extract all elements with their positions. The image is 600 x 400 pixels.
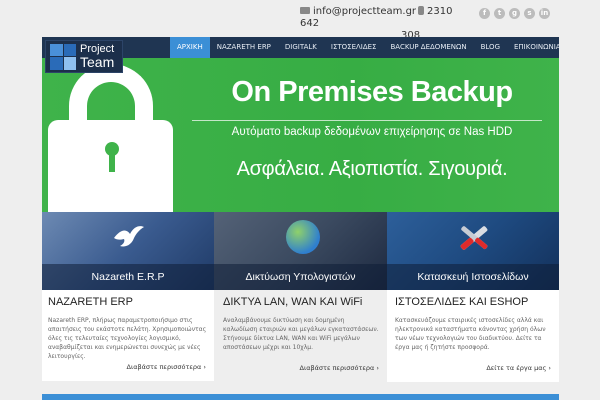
social-links: f t g s in	[479, 8, 550, 19]
column-title: NAZARETH ERP	[48, 296, 133, 308]
bird-icon	[114, 226, 144, 247]
main-navigation: ΑΡΧΙΚΗ NAZARETH ERP DIGITALK ΙΣΤΟΣΕΛΙΔΕΣ…	[170, 37, 568, 58]
read-more-link[interactable]: Διαβάστε περισσότερα ›	[127, 363, 206, 371]
panel-nazareth-erp[interactable]: Nazareth E.R.P	[42, 212, 214, 290]
facebook-icon[interactable]: f	[479, 8, 490, 19]
column-title: ΔΙΚΤΥΑ LAN, WAN ΚΑΙ WiFi	[223, 296, 363, 308]
column-networks: ΔΙΚΤΥΑ LAN, WAN ΚΑΙ WiFi Αναλαμβάνουμε δ…	[214, 290, 387, 382]
panel-caption: Κατασκευή Ιστοσελίδων	[387, 264, 559, 290]
site-logo[interactable]: Project Team	[45, 40, 123, 73]
nav-item-home[interactable]: ΑΡΧΙΚΗ	[170, 37, 210, 58]
mail-icon	[300, 7, 310, 14]
phone-icon	[418, 6, 425, 15]
panel-caption: Nazareth E.R.P	[42, 264, 214, 290]
skype-icon[interactable]: s	[524, 8, 535, 19]
column-text: Κατασκευάζουμε εταιρικές ιστοσελίδες αλλ…	[395, 317, 546, 351]
read-more-link[interactable]: Διαβάστε περισσότερα ›	[300, 364, 379, 372]
nav-item-blog[interactable]: BLOG	[474, 37, 507, 58]
email-link[interactable]: info@projectteam.gr	[313, 6, 416, 17]
panel-networking[interactable]: Δικτύωση Υπολογιστών	[214, 212, 387, 290]
top-bar: info@projectteam.gr 2310 642 308 f t g s …	[0, 0, 600, 41]
nav-item-contact[interactable]: ΕΠΙΚΟΙΝΩΝΙΑ	[507, 37, 568, 58]
nav-item-nazareth-erp[interactable]: NAZARETH ERP	[210, 37, 278, 58]
column-title: ΙΣΤΟΣΕΛΙΔΕΣ ΚΑΙ ESHOP	[395, 296, 529, 308]
column-websites: ΙΣΤΟΣΕΛΙΔΕΣ ΚΑΙ ESHOP Κατασκευάζουμε ετα…	[387, 290, 559, 382]
see-projects-link[interactable]: Δείτε τα έργα μας ›	[486, 364, 551, 372]
bottom-accent-bar	[42, 394, 559, 400]
hero-divider	[192, 120, 542, 121]
globe-network-icon	[286, 220, 320, 254]
tools-icon	[460, 226, 488, 250]
nav-item-websites[interactable]: ΙΣΤΟΣΕΛΙΔΕΣ	[324, 37, 384, 58]
logo-text: Project Team	[80, 44, 115, 70]
google-plus-icon[interactable]: g	[509, 8, 520, 19]
hero-tagline: Ασφάλεια. Αξιοπιστία. Σιγουριά.	[236, 158, 508, 180]
logo-squares-icon	[50, 43, 76, 70]
logo-line-2: Team	[80, 54, 115, 70]
service-panels: Nazareth E.R.P Δικτύωση Υπολογιστών Κατα…	[42, 212, 559, 290]
nav-item-digitalk[interactable]: DIGITALK	[278, 37, 324, 58]
nav-item-data-backup[interactable]: BACKUP ΔΕΔΟΜΕΝΩΝ	[383, 37, 473, 58]
linkedin-icon[interactable]: in	[539, 8, 550, 19]
column-text: Αναλαμβάνουμε δικτύωση και δομημένη καλω…	[223, 317, 379, 351]
hero-subtitle: Αυτόματο backup δεδομένων επιχείρησης σε…	[231, 126, 513, 138]
panel-websites[interactable]: Κατασκευή Ιστοσελίδων	[387, 212, 559, 290]
column-nazareth-erp: NAZARETH ERP Nazareth ERP, πλήρως παραμε…	[42, 290, 214, 381]
column-text: Nazareth ERP, πλήρως παραμετροποιήσιμο σ…	[48, 317, 207, 360]
twitter-icon[interactable]: t	[494, 8, 505, 19]
hero-banner[interactable]: On Premises Backup Αυτόματο backup δεδομ…	[42, 58, 559, 212]
panel-caption: Δικτύωση Υπολογιστών	[214, 264, 387, 290]
hero-title: On Premises Backup	[231, 76, 513, 108]
